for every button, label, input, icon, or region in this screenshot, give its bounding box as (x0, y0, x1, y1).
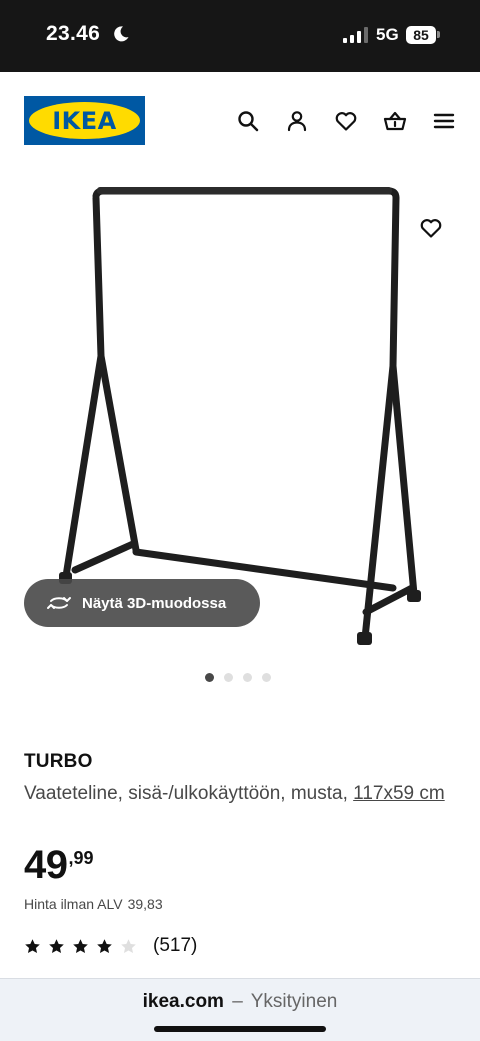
basket-icon (383, 111, 407, 131)
star-filled-icon (25, 938, 40, 953)
user-icon (287, 111, 307, 132)
menu-button[interactable] (429, 106, 459, 136)
menu-icon (433, 113, 455, 129)
view-in-3d-button[interactable]: Näytä 3D-muodossa (24, 579, 260, 627)
logo-oval: IKEA (29, 102, 140, 139)
logo-text: IKEA (52, 106, 117, 135)
carousel-dot[interactable] (243, 673, 252, 682)
carousel-dot[interactable] (262, 673, 271, 682)
carousel-dots (205, 673, 271, 682)
price-excl-vat: Hinta ilman ALV 39,83 (24, 896, 163, 912)
star-filled-icon (49, 938, 64, 953)
rotate-3d-icon (47, 597, 71, 609)
favourites-button[interactable] (331, 106, 361, 136)
browser-address-bar[interactable]: ikea.com – Yksityinen (0, 978, 480, 1041)
search-icon (238, 111, 259, 132)
signal-icon (343, 27, 368, 43)
product-rating[interactable]: (517) (24, 935, 197, 957)
ikea-logo[interactable]: IKEA (24, 96, 145, 145)
moon-icon (114, 26, 129, 42)
product-name: TURBO (24, 751, 93, 772)
account-button[interactable] (282, 106, 312, 136)
carousel-dot[interactable] (224, 673, 233, 682)
product-description: Vaateteline, sisä-/ulkokäyttöön, musta, … (24, 779, 454, 808)
url-separator: – (232, 991, 243, 1012)
status-time: 23.46 (46, 22, 101, 45)
home-indicator[interactable] (154, 1026, 326, 1032)
heart-icon (420, 219, 442, 238)
price-integer: 49 (24, 843, 68, 887)
product-description-text: Vaateteline, sisä-/ulkokäyttöön, musta, (24, 783, 354, 804)
url-display[interactable]: ikea.com – Yksityinen (0, 991, 480, 1013)
url-domain: ikea.com (142, 991, 224, 1012)
review-count: (517) (153, 935, 198, 956)
star-filled-icon (73, 938, 88, 953)
heart-icon (335, 112, 357, 131)
star-filled-icon (97, 938, 112, 953)
product-size-link[interactable]: 117x59 cm (353, 783, 445, 804)
network-label: 5G (376, 25, 399, 44)
battery-tip (437, 31, 440, 38)
basket-button[interactable] (380, 106, 410, 136)
price-decimals: ,99 (68, 848, 94, 868)
search-button[interactable] (233, 106, 263, 136)
carousel-dot[interactable] (205, 673, 214, 682)
product-price: 49 ,99 (24, 843, 94, 887)
private-mode-label: Yksityinen (250, 991, 338, 1012)
star-empty-icon (121, 938, 136, 953)
view-in-3d-label: Näytä 3D-muodossa (82, 594, 227, 612)
add-to-favourites-button[interactable] (416, 213, 446, 243)
status-bar: 23.46 5G 85 (0, 0, 480, 72)
vat-price: 39,83 (127, 896, 163, 912)
vat-label: Hinta ilman ALV (24, 896, 123, 912)
battery-indicator: 85 (406, 26, 436, 44)
